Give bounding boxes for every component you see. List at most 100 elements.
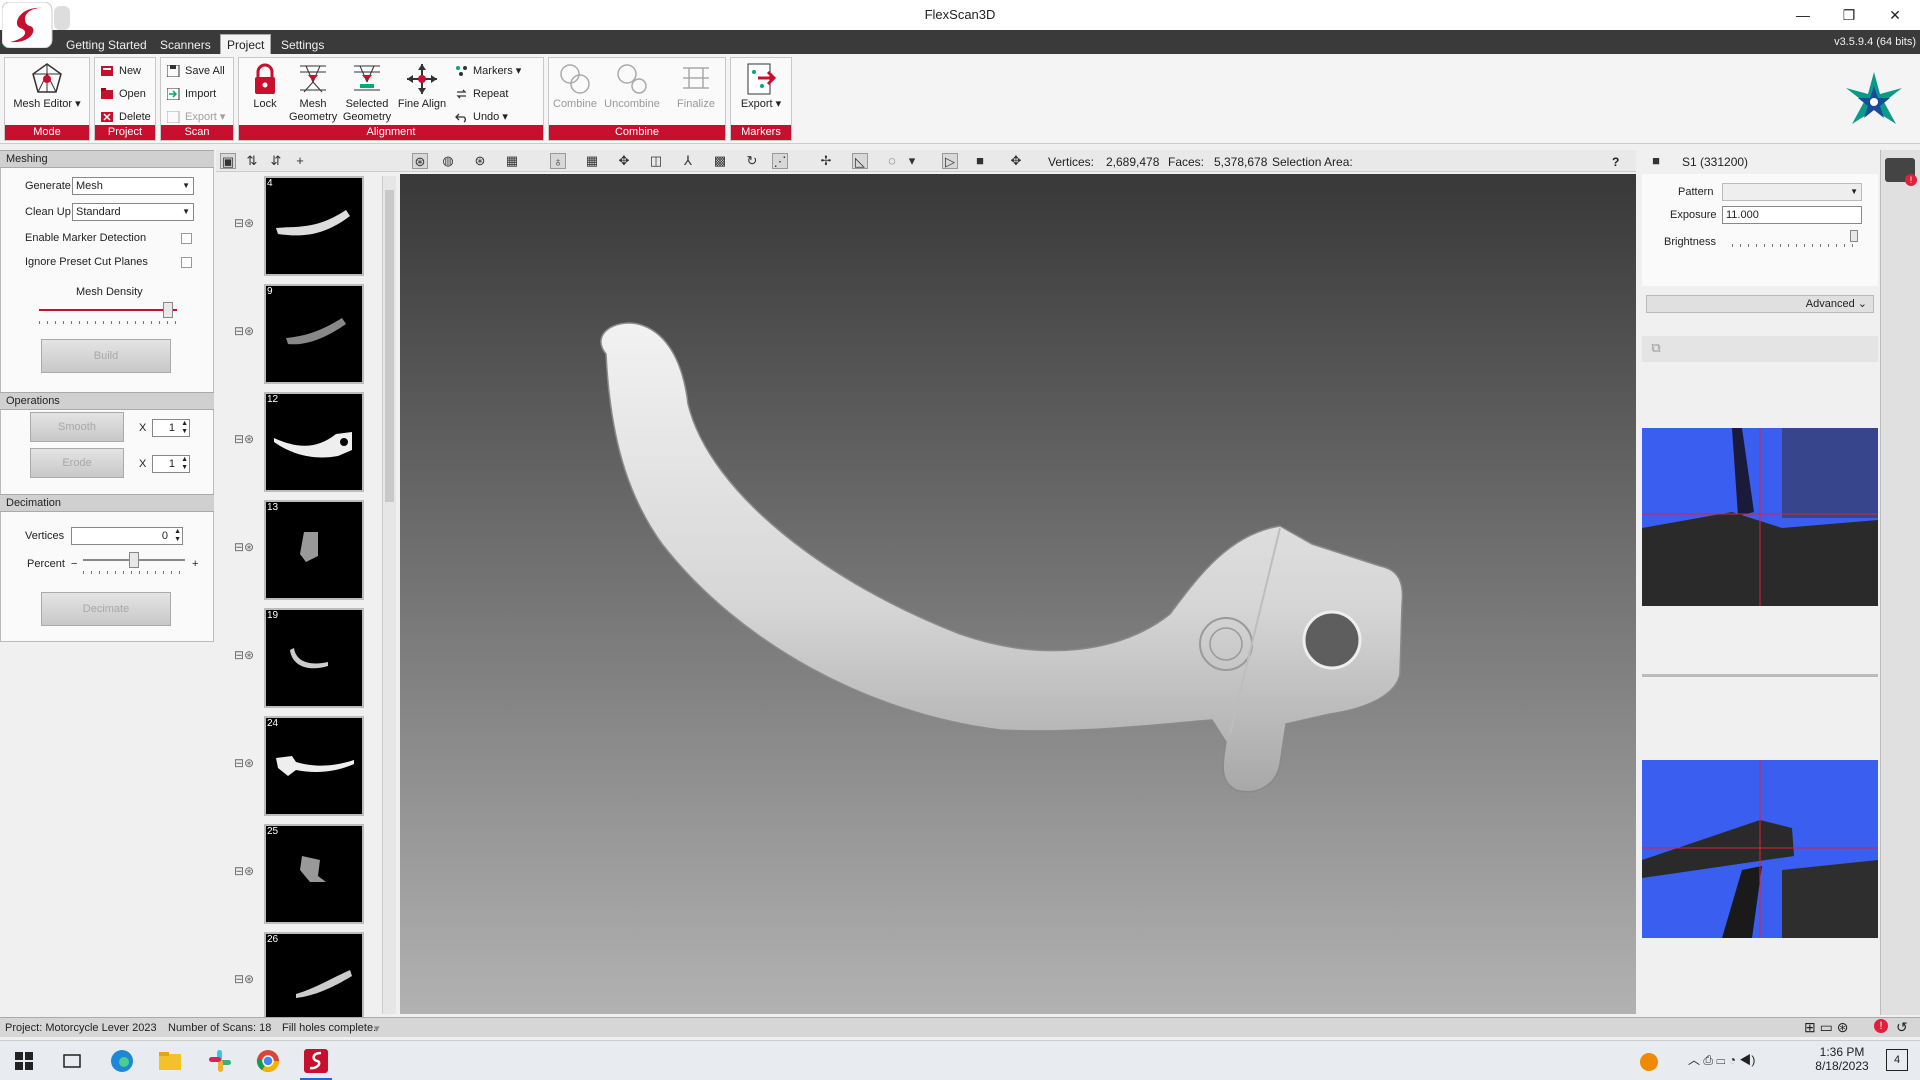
scan-thumbnail[interactable]: 19 bbox=[264, 608, 364, 708]
pattern-select[interactable]: ▼ bbox=[1722, 183, 1862, 201]
scan-visibility-icon[interactable]: ⊟⊛ bbox=[234, 864, 254, 878]
operations-header[interactable]: Operations bbox=[0, 392, 214, 410]
stop-icon[interactable]: ■ bbox=[972, 153, 988, 169]
tab-getting-started[interactable]: Getting Started bbox=[60, 36, 153, 54]
erode-button[interactable]: Erode bbox=[30, 448, 124, 478]
cleanup-select[interactable]: Standard ▼ bbox=[72, 203, 194, 221]
spinner-arrows-icon[interactable]: ▲ ▼ bbox=[181, 420, 188, 436]
import-button[interactable]: Import bbox=[165, 85, 216, 103]
notification-orb-icon[interactable] bbox=[1640, 1053, 1658, 1071]
axis-move-icon[interactable]: ✥ bbox=[616, 153, 632, 169]
scan-thumbnail[interactable]: 13 bbox=[264, 500, 364, 600]
lever-mesh-model[interactable] bbox=[400, 174, 1636, 1014]
decimate-button[interactable]: Decimate bbox=[41, 592, 171, 626]
meshing-header[interactable]: Meshing bbox=[0, 150, 214, 168]
points-icon[interactable]: ⊛ bbox=[472, 153, 488, 169]
texture-icon[interactable]: ▦ bbox=[504, 153, 520, 169]
notifications-button[interactable]: 4 bbox=[1886, 1049, 1908, 1071]
scan-thumbnail[interactable]: 9 bbox=[264, 284, 364, 384]
file-explorer-icon[interactable] bbox=[156, 1047, 184, 1075]
sort-descending-icon[interactable]: ⇵ bbox=[268, 153, 284, 169]
help-button[interactable]: ? bbox=[1612, 155, 1619, 169]
percent-minus[interactable]: − bbox=[71, 558, 77, 570]
task-view-icon[interactable] bbox=[58, 1047, 86, 1075]
tab-scanners[interactable]: Scanners bbox=[154, 36, 217, 54]
error-icon[interactable]: ! bbox=[1874, 1019, 1888, 1033]
advanced-toggle[interactable]: Advanced ⌄ bbox=[1646, 295, 1874, 313]
3d-viewport[interactable] bbox=[400, 174, 1636, 1014]
mesh-view-icon[interactable]: ⊛ bbox=[412, 153, 428, 169]
light-icon[interactable]: ♁ bbox=[550, 153, 566, 169]
lasso-select-icon[interactable]: ◺ bbox=[852, 153, 868, 169]
chrome-icon[interactable] bbox=[254, 1047, 282, 1075]
export-scan-button[interactable]: Export ▾ bbox=[165, 108, 225, 126]
smooth-count-input[interactable]: 1 ▲ ▼ bbox=[152, 419, 190, 437]
bounding-box-icon[interactable]: ◫ bbox=[648, 153, 664, 169]
scan-visibility-icon[interactable]: ⊟⊛ bbox=[234, 216, 254, 230]
rotate-icon[interactable]: ↻ bbox=[744, 153, 760, 169]
fine-align-button[interactable]: Fine Align bbox=[397, 62, 447, 111]
markers-button[interactable]: Markers ▾ bbox=[453, 62, 521, 80]
scan-item[interactable]: ⊟⊛ 19 bbox=[218, 608, 378, 710]
lock-button[interactable]: Lock bbox=[247, 62, 283, 111]
tab-settings[interactable]: Settings bbox=[275, 36, 330, 54]
scan-item[interactable]: ⊟⊛ 13 bbox=[218, 500, 378, 602]
scan-thumbnail[interactable]: 12 bbox=[264, 392, 364, 492]
selected-geometry-button[interactable]: Selected Geometry bbox=[341, 62, 393, 124]
minimize-button[interactable]: — bbox=[1780, 0, 1826, 30]
scan-item[interactable]: ⊟⊛ 9 bbox=[218, 284, 378, 386]
tray-icons[interactable]: ︿ ⎙ ▭ ◔ ◀) bbox=[1688, 1051, 1755, 1068]
scan-visibility-icon[interactable]: ⊟⊛ bbox=[234, 432, 254, 446]
scan-thumbnail[interactable]: 4 bbox=[264, 176, 364, 276]
scan-visibility-icon[interactable]: ⊟⊛ bbox=[234, 756, 254, 770]
chevron-down-icon[interactable]: ▾ bbox=[374, 1022, 380, 1035]
percent-slider[interactable] bbox=[83, 550, 187, 574]
scan-visibility-icon[interactable]: ⊟⊛ bbox=[234, 540, 254, 554]
slider-thumb[interactable] bbox=[1850, 230, 1858, 242]
restore-button[interactable]: ❐ bbox=[1826, 0, 1872, 30]
slider-thumb[interactable] bbox=[163, 302, 173, 318]
clock[interactable]: 1:36 PM 8/18/2023 bbox=[1804, 1045, 1880, 1073]
combine-button[interactable]: Combine bbox=[553, 62, 597, 111]
erode-count-input[interactable]: 1 ▲ ▼ bbox=[152, 455, 190, 473]
spinner-arrows-icon[interactable]: ▲ ▼ bbox=[174, 528, 181, 544]
generate-select[interactable]: Mesh ▼ bbox=[72, 177, 194, 195]
pivot-icon[interactable]: ✢ bbox=[818, 153, 834, 169]
scan-thumbnail[interactable]: 24 bbox=[264, 716, 364, 816]
mesh-editor-button[interactable]: Mesh Editor ▾ bbox=[9, 62, 85, 111]
spinner-arrows-icon[interactable]: ▲ ▼ bbox=[181, 456, 188, 472]
move-icon[interactable]: ✥ bbox=[1008, 153, 1024, 169]
slider-thumb[interactable] bbox=[129, 552, 139, 568]
new-button[interactable]: New bbox=[99, 62, 141, 80]
axes-icon[interactable]: ⅄ bbox=[680, 153, 696, 169]
grid-icon[interactable]: ▦ bbox=[584, 153, 600, 169]
screenshot-icon[interactable]: ▣ bbox=[220, 153, 236, 169]
play-icon[interactable]: ▷ bbox=[942, 153, 958, 169]
add-icon[interactable]: + bbox=[292, 153, 308, 169]
percent-plus[interactable]: + bbox=[192, 558, 198, 570]
select-points-icon[interactable]: ⋰ bbox=[772, 153, 788, 169]
mesh-geometry-button[interactable]: Mesh Geometry bbox=[289, 62, 337, 124]
feed-splitter[interactable] bbox=[1642, 674, 1878, 677]
tab-project[interactable]: Project bbox=[220, 34, 272, 54]
status-tools-icon[interactable]: ⊞ ▭ ⊛ bbox=[1804, 1019, 1848, 1036]
scan-thumbnail[interactable]: 25 bbox=[264, 824, 364, 924]
build-button[interactable]: Build bbox=[41, 339, 171, 373]
enable-marker-checkbox[interactable] bbox=[181, 233, 192, 244]
app-logo-icon[interactable] bbox=[2, 2, 70, 48]
exposure-input[interactable]: 11.000 bbox=[1722, 206, 1862, 224]
open-button[interactable]: Open bbox=[99, 85, 146, 103]
decimation-header[interactable]: Decimation bbox=[0, 494, 214, 512]
swap-view-icon[interactable]: ⧉ bbox=[1648, 340, 1664, 356]
uncombine-button[interactable]: Uncombine bbox=[601, 62, 663, 111]
scan-visibility-icon[interactable]: ⊟⊛ bbox=[234, 324, 254, 338]
scan-item[interactable]: ⊟⊛ 4 bbox=[218, 176, 378, 278]
windows-start-icon[interactable] bbox=[10, 1047, 38, 1075]
smooth-button[interactable]: Smooth bbox=[30, 412, 124, 442]
flexscan-taskbar-icon[interactable] bbox=[302, 1047, 330, 1075]
chevron-down-icon[interactable]: ▾ bbox=[904, 153, 920, 169]
scan-item[interactable]: ⊟⊛ 24 bbox=[218, 716, 378, 818]
brightness-slider[interactable] bbox=[1732, 230, 1862, 250]
finalize-button[interactable]: Finalize bbox=[671, 62, 721, 111]
delete-button[interactable]: Delete bbox=[99, 108, 151, 126]
